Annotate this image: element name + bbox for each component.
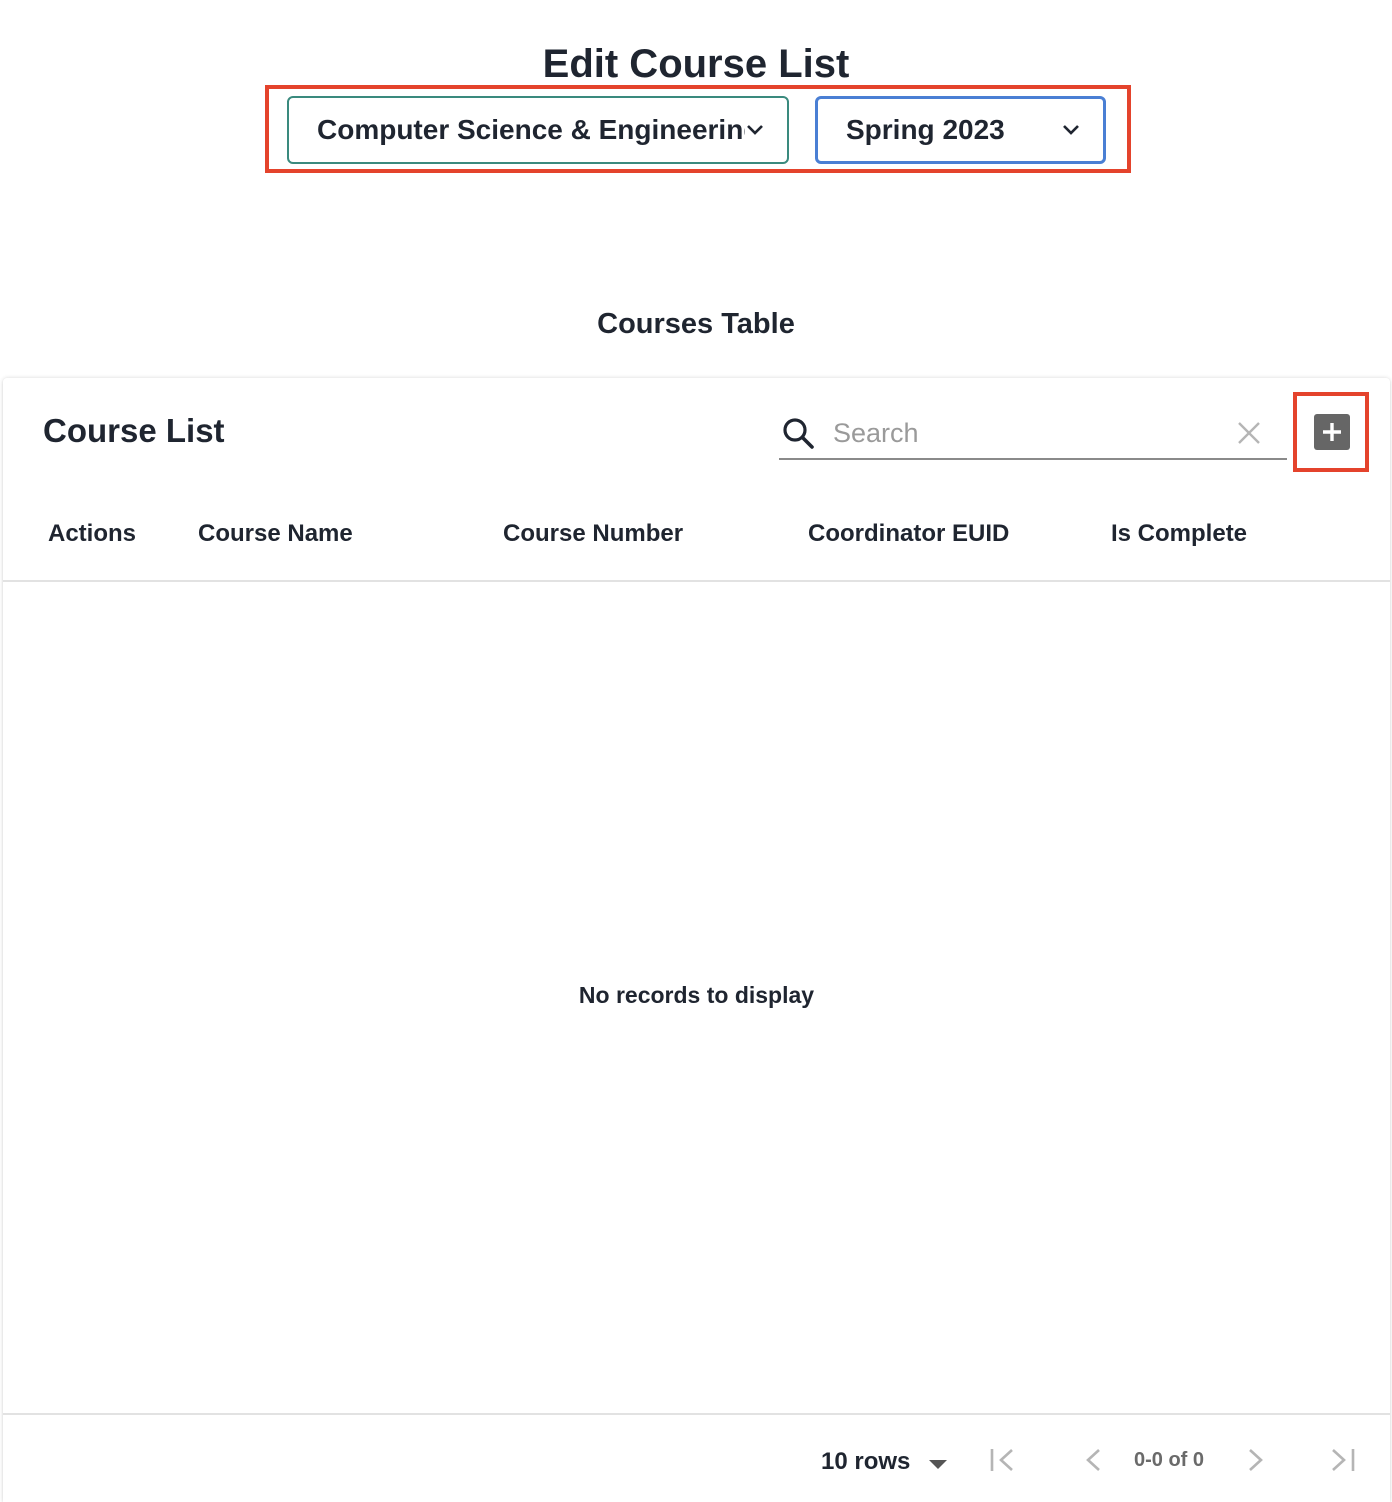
empty-table-message: No records to display <box>578 982 815 1008</box>
table-title: Course List <box>43 412 225 449</box>
edit-course-list-page: Edit Course List Computer Science & Engi… <box>0 0 1392 1502</box>
search-icon <box>783 418 814 449</box>
rows-per-page-select[interactable]: 10 rows <box>821 1445 948 1479</box>
column-header-coordinator-euid[interactable]: Coordinator EUID <box>808 520 1009 548</box>
chevron-right-icon <box>1249 1449 1263 1471</box>
pagination-range: 0-0 of 0 <box>1134 1449 1205 1471</box>
previous-page-button[interactable] <box>1078 1445 1108 1475</box>
section-title: Courses Table <box>597 308 795 340</box>
search-field <box>779 408 1287 460</box>
column-header-is-complete[interactable]: Is Complete <box>1111 520 1247 548</box>
close-icon[interactable] <box>1235 419 1263 447</box>
rows-per-page-label: 10 rows <box>821 1448 911 1475</box>
table-header: Actions Course Name Course Number Coordi… <box>3 488 1390 582</box>
column-header-actions[interactable]: Actions <box>48 520 136 548</box>
next-page-button[interactable] <box>1241 1445 1271 1475</box>
course-list-table: Course List Actions Course Name Course N… <box>3 378 1390 1502</box>
first-page-button[interactable] <box>987 1445 1017 1475</box>
last-page-button[interactable] <box>1328 1445 1358 1475</box>
column-header-course-number[interactable]: Course Number <box>503 520 683 548</box>
pagination-bar: 10 rows 0-0 of 0 <box>3 1413 1390 1502</box>
add-button-highlight-box <box>1293 392 1369 472</box>
search-input[interactable] <box>833 417 1235 449</box>
selects-highlight-box <box>265 85 1131 173</box>
column-header-course-name[interactable]: Course Name <box>198 520 353 548</box>
last-page-icon <box>1332 1449 1355 1471</box>
caret-down-icon <box>929 1460 948 1469</box>
chevron-left-icon <box>1086 1449 1100 1471</box>
page-title: Edit Course List <box>542 42 850 86</box>
first-page-icon <box>990 1449 1013 1471</box>
